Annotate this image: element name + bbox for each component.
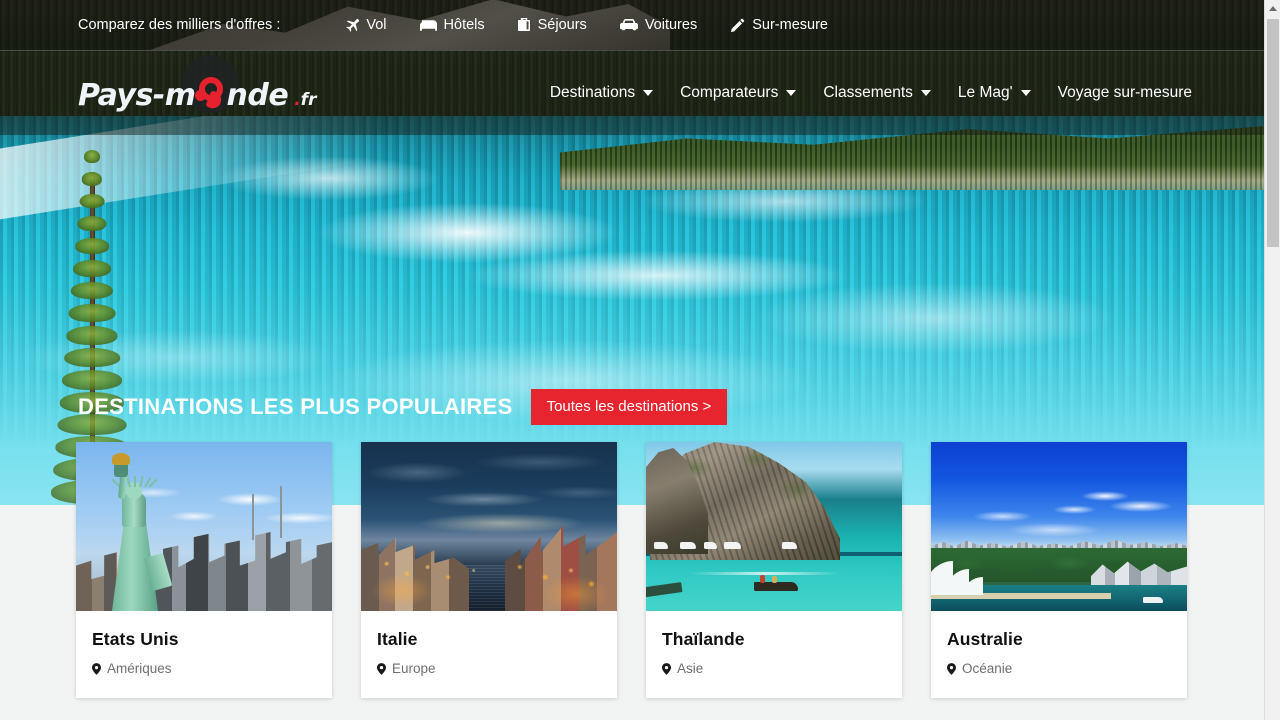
page-root: Comparez des milliers d'offres : Vol Hôt…: [0, 0, 1280, 720]
topbar-link-hotels[interactable]: Hôtels: [419, 17, 485, 33]
destination-card-italie[interactable]: Italie Europe: [361, 442, 617, 698]
card-body: Etats Unis Amériques: [76, 611, 332, 698]
topbar-link-label: Hôtels: [443, 17, 485, 33]
chevron-down-icon: [920, 90, 931, 96]
card-region-label: Europe: [392, 661, 436, 676]
card-region: Amériques: [92, 661, 316, 676]
main-navigation: Destinations Comparateurs Classements Le…: [523, 84, 1192, 102]
map-pin-icon: [947, 662, 956, 675]
venice-grand-canal-photo: [361, 442, 617, 611]
map-pin-icon: [377, 662, 386, 675]
map-pin-icon: [662, 662, 671, 675]
card-region-label: Asie: [677, 661, 704, 676]
topbar-link-label: Sur-mesure: [752, 17, 828, 33]
page-scrollbar[interactable]: [1264, 0, 1280, 720]
card-region-label: Amériques: [107, 661, 172, 676]
nav-item-le-mag[interactable]: Le Mag': [958, 84, 1031, 102]
site-logo[interactable]: Pays-m nde .fr: [78, 55, 316, 113]
pencil-icon: [730, 18, 745, 33]
plane-icon: [344, 18, 360, 33]
statue-figure: [98, 453, 173, 611]
destination-card-australie[interactable]: Australie Océanie: [931, 442, 1187, 698]
logo-suffix: .fr: [294, 90, 316, 110]
sydney-harbour-photo: [931, 442, 1187, 611]
top-utility-bar: Comparez des milliers d'offres : Vol Hôt…: [0, 0, 1264, 51]
logo-text-part1: Pays-m: [78, 78, 196, 113]
nav-item-label: Comparateurs: [680, 84, 779, 101]
scrollbar-thumb[interactable]: [1267, 19, 1279, 247]
logo-red-monogram-icon: [194, 75, 227, 111]
nav-item-label: Destinations: [549, 84, 636, 101]
destination-card-etats-unis[interactable]: Etats Unis Amériques: [76, 442, 332, 698]
topbar-link-label: Séjours: [537, 17, 587, 33]
nav-item-label: Voyage sur-mesure: [1057, 84, 1192, 101]
nav-item-label: Le Mag': [957, 84, 1013, 101]
destination-cards: Etats Unis Amériques Italie Europe Thaïl…: [76, 442, 1188, 698]
logo-text-part2: nde: [226, 78, 289, 113]
chevron-down-icon: [786, 90, 797, 96]
statue-of-liberty-photo: [76, 442, 332, 611]
nav-item-voyage-sur-mesure[interactable]: Voyage sur-mesure: [1058, 84, 1192, 102]
all-destinations-button[interactable]: Toutes les destinations >: [530, 389, 728, 425]
nav-item-label: Classements: [823, 84, 913, 101]
chevron-down-icon: [1020, 90, 1031, 96]
topbar-link-vol[interactable]: Vol: [344, 17, 387, 33]
card-body: Australie Océanie: [931, 611, 1187, 698]
logo-tld: fr: [300, 90, 317, 110]
card-title: Italie: [377, 629, 418, 649]
hero-heading-row: DESTINATIONS LES PLUS POPULAIRES Toutes …: [78, 389, 728, 425]
chevron-down-icon: [643, 90, 654, 96]
card-title: Etats Unis: [92, 629, 179, 649]
car-icon: [619, 18, 638, 32]
destination-card-thailande[interactable]: Thaïlande Asie: [646, 442, 902, 698]
topbar-tagline: Comparez des milliers d'offres :: [78, 17, 281, 33]
site-header: Pays-m nde .fr Destinations Comparateurs…: [0, 51, 1264, 135]
card-title: Thaïlande: [662, 629, 745, 649]
scroll-up-arrow-icon[interactable]: [1265, 0, 1280, 17]
topbar-link-label: Vol: [366, 17, 387, 33]
maya-bay-photo: [646, 442, 902, 611]
card-title: Australie: [947, 629, 1023, 649]
topbar-link-sejours[interactable]: Séjours: [517, 17, 587, 33]
topbar-link-voitures[interactable]: Voitures: [619, 17, 698, 33]
hero-title: DESTINATIONS LES PLUS POPULAIRES: [78, 394, 513, 419]
topbar-links: Vol Hôtels Séjours Voitures Sur-mesure: [344, 17, 828, 33]
card-region: Asie: [662, 661, 886, 676]
card-region: Europe: [377, 661, 601, 676]
opera-house-shells: [931, 555, 995, 595]
topbar-link-sur-mesure[interactable]: Sur-mesure: [730, 17, 828, 33]
nav-item-classements[interactable]: Classements: [823, 84, 931, 102]
nav-item-comparateurs[interactable]: Comparateurs: [680, 84, 797, 102]
map-pin-icon: [92, 662, 101, 675]
suitcase-icon: [517, 18, 531, 32]
card-body: Italie Europe: [361, 611, 617, 698]
card-region-label: Océanie: [962, 661, 1013, 676]
card-body: Thaïlande Asie: [646, 611, 902, 698]
topbar-link-label: Voitures: [644, 17, 698, 33]
bed-icon: [419, 19, 437, 32]
nav-item-destinations[interactable]: Destinations: [549, 84, 654, 102]
card-region: Océanie: [947, 661, 1171, 676]
